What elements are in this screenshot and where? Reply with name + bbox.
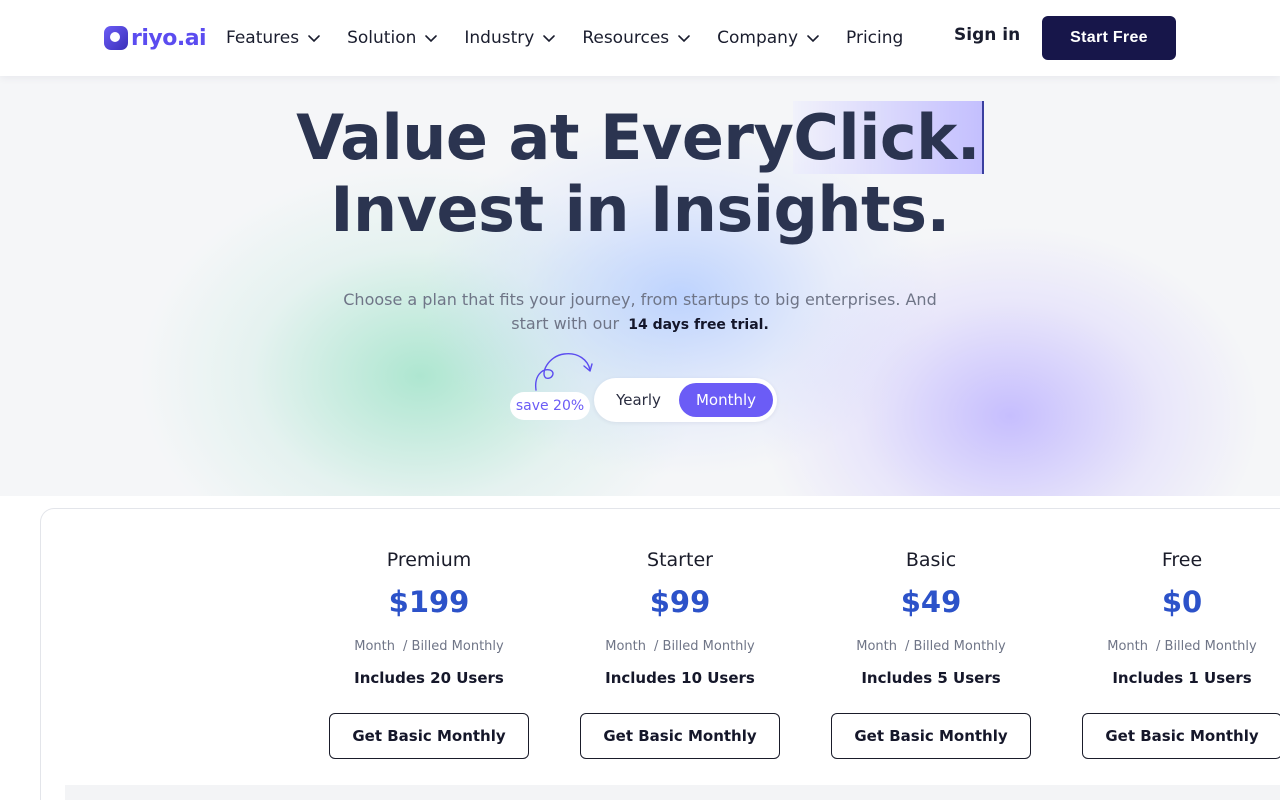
chevron-down-icon bbox=[308, 35, 320, 43]
plan-name: Basic bbox=[905, 549, 957, 571]
plan-period: Month / Billed Monthly bbox=[319, 639, 539, 654]
get-plan-button[interactable]: Get Basic Monthly bbox=[831, 713, 1031, 759]
plan-price: $99 bbox=[649, 585, 711, 619]
nav-label: Features bbox=[226, 28, 300, 48]
plan-price: $49 bbox=[900, 585, 962, 619]
nav-item-solution[interactable]: Solution bbox=[347, 25, 438, 51]
nav-item-resources[interactable]: Resources bbox=[582, 25, 691, 51]
plan-price: $199 bbox=[388, 585, 470, 619]
nav-label: Resources bbox=[582, 28, 670, 48]
nav-label: Industry bbox=[464, 28, 535, 48]
billing-note: / Billed Monthly bbox=[1156, 639, 1257, 654]
period-unit: Month bbox=[1107, 639, 1149, 654]
plan-name: Premium bbox=[386, 549, 472, 571]
chevron-down-icon bbox=[678, 35, 690, 43]
start-free-button[interactable]: Start Free bbox=[1042, 16, 1176, 60]
get-plan-button[interactable]: Get Basic Monthly bbox=[1082, 713, 1280, 759]
curved-arrow-icon bbox=[535, 353, 593, 391]
nav-item-industry[interactable]: Industry bbox=[464, 25, 556, 51]
billing-toggle: Yearly Monthly bbox=[594, 378, 777, 422]
billing-note: / Billed Monthly bbox=[403, 639, 504, 654]
hero-title-line2: Invest in Insights. bbox=[330, 173, 950, 246]
plan-users: Includes 5 Users bbox=[861, 669, 1001, 687]
billing-note: / Billed Monthly bbox=[654, 639, 755, 654]
plan-name: Starter bbox=[647, 549, 713, 571]
period-unit: Month bbox=[856, 639, 898, 654]
chevron-down-icon bbox=[807, 35, 819, 43]
hero-subtitle: Choose a plan that fits your journey, fr… bbox=[340, 288, 940, 337]
plan-users: Includes 20 Users bbox=[354, 669, 504, 687]
nav-item-pricing[interactable]: Pricing bbox=[846, 25, 903, 51]
plan-period: Month / Billed Monthly bbox=[570, 639, 790, 654]
chevron-down-icon bbox=[543, 35, 556, 43]
nav-item-company[interactable]: Company bbox=[717, 25, 820, 51]
billing-note: / Billed Monthly bbox=[905, 639, 1006, 654]
main-menu: Features Solution Industry Resources Com… bbox=[226, 25, 929, 51]
hero-section: Value at EveryClick. Invest in Insights.… bbox=[0, 76, 1280, 496]
toggle-monthly[interactable]: Monthly bbox=[679, 383, 773, 417]
nav-label: Solution bbox=[347, 28, 417, 48]
period-unit: Month bbox=[605, 639, 647, 654]
sign-in-link[interactable]: Sign in bbox=[954, 25, 1020, 45]
plan-users: Includes 10 Users bbox=[605, 669, 755, 687]
chevron-down-icon bbox=[425, 35, 438, 43]
nav-label: Pricing bbox=[846, 28, 904, 48]
hero-subtitle-bold: 14 days free trial. bbox=[628, 317, 769, 333]
feature-table-header bbox=[65, 785, 1280, 800]
hero-title-highlight: Click. bbox=[793, 101, 984, 174]
period-unit: Month bbox=[354, 639, 396, 654]
get-plan-button[interactable]: Get Basic Monthly bbox=[580, 713, 780, 759]
nav-item-features[interactable]: Features bbox=[226, 25, 321, 51]
logo-icon bbox=[104, 26, 128, 50]
hero-title-line1: Value at EveryClick. bbox=[0, 101, 1280, 174]
top-navbar: riyo.ai Features Solution Industry Resou… bbox=[0, 0, 1280, 76]
nav-label: Company bbox=[717, 28, 799, 48]
get-plan-button[interactable]: Get Basic Monthly bbox=[329, 713, 529, 759]
plan-users: Includes 1 Users bbox=[1112, 669, 1252, 687]
toggle-yearly[interactable]: Yearly bbox=[600, 383, 677, 417]
plan-price: $0 bbox=[1161, 585, 1203, 619]
plan-name: Free bbox=[1161, 549, 1203, 571]
hero-title-prefix: Value at Every bbox=[296, 101, 794, 174]
save-badge: save 20% bbox=[510, 392, 590, 420]
brand-name: riyo.ai bbox=[131, 25, 207, 51]
pricing-table: Premium $199 Month / Billed Monthly Inclu… bbox=[40, 508, 1280, 800]
plan-period: Month / Billed Monthly bbox=[821, 639, 1041, 654]
brand-logo[interactable]: riyo.ai bbox=[104, 24, 207, 52]
plan-period: Month / Billed Monthly bbox=[1072, 639, 1280, 654]
